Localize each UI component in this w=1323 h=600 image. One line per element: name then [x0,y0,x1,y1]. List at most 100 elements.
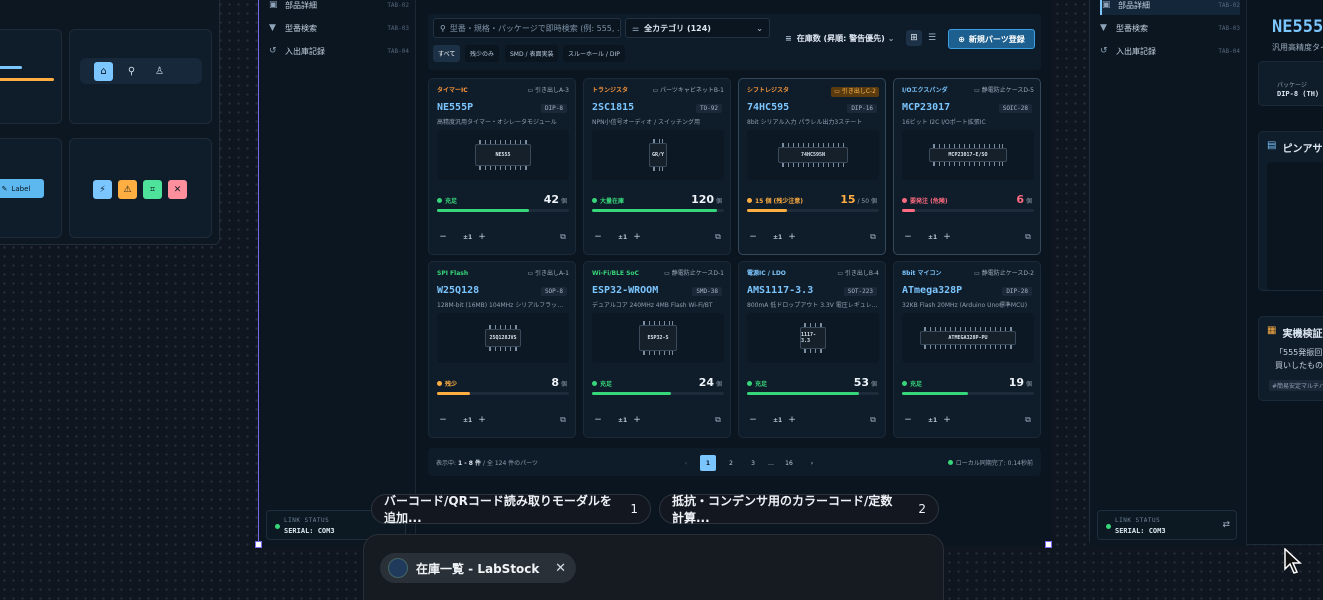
increment-button[interactable]: + [476,231,488,243]
sidebar-item-part-search[interactable]: ▼ 型番検索 TAB-03 [1100,18,1240,38]
open-external-icon[interactable]: ⧉ [557,414,569,426]
filter-chip-low-stock[interactable]: 残少のみ [465,45,500,62]
stock-quantity-value: 8 [551,376,560,389]
page-button[interactable]: 2 [723,455,739,471]
part-image: 1117-3.3 [747,313,879,363]
category-select[interactable]: ⚌ 全カテゴリ (124) ⌄ [625,18,770,38]
page-button[interactable]: 3 [745,455,761,471]
filter-chip-smd[interactable]: SMD / 表面実装 [505,45,559,62]
part-card[interactable]: SPI Flash ▭ 引き出しA-1 W25Q128 SOP-8 128M-bit (… [428,261,576,438]
pinout-icon: ▤ [1267,140,1277,151]
label-button-text: Label [11,184,31,193]
browser-tab[interactable]: 在庫一覧 - LabStock ✕ [380,553,576,583]
link-status-value: SERIAL: COM3 [1115,527,1166,535]
search-icon[interactable]: ⚲ [122,62,141,81]
new-part-button-label: 新規パーツ登録 [968,34,1025,44]
list-view-button[interactable]: ☰ [924,30,940,46]
part-card[interactable]: I/Oエクスパンダ ▭ 静電防止ケースD-5 MCP23017 SOIC-28 16ビッ… [893,78,1041,255]
part-location-text: 引き出しB-4 [844,270,879,277]
open-external-icon[interactable]: ⧉ [712,414,724,426]
increment-button[interactable]: + [786,414,798,426]
trash-icon[interactable]: ✕ [168,180,187,199]
search-input[interactable]: ⚲ 型番・規格・パッケージで即時検索 (例: 555, ... [433,18,621,38]
part-card[interactable]: 8bit マイコン ▭ 静電防止ケースD-2 ATmega328P DIP-28 32K… [893,261,1041,438]
selection-handle[interactable] [255,541,262,548]
increment-button[interactable]: + [786,231,798,243]
increment-button[interactable]: + [476,414,488,426]
package-badge: DIP-16 [847,104,877,113]
sidebar-item-label: 型番検索 [1116,23,1148,33]
stock-status: 残少 [437,379,457,388]
stock-level-fill [902,392,968,395]
prev-page-button[interactable]: ‹ [678,455,694,471]
decrement-button[interactable]: − [592,414,604,426]
inventory-content: ⚲ 型番・規格・パッケージで即時検索 (例: 555, ... ⚌ 全カテゴリ (1… [418,0,1051,546]
label-button[interactable]: ✎ Label [0,179,44,198]
open-external-icon[interactable]: ⧉ [867,414,879,426]
decrement-button[interactable]: − [592,231,604,243]
decrement-button[interactable]: − [437,231,449,243]
next-page-button[interactable]: › [804,455,820,471]
part-card[interactable]: トランジスタ ▭ パーツキャビネットB-1 2SC1815 TO-92 NPN小信号オー… [583,78,731,255]
part-card[interactable]: シフトレジスタ ▭ 引き出しC-2 74HC595 DIP-16 8bit シリアル入力… [738,78,886,255]
page-button[interactable]: 1 [700,455,716,471]
sidebar-item-part-detail[interactable]: ▣ 部品詳細 TAB-02 [269,0,409,15]
part-card[interactable]: 電源IC / LDO ▭ 引き出しB-4 AMS1117-3.3 SOT-223 800… [738,261,886,438]
status-dot [902,198,907,203]
part-location-text: 引き出しA-1 [535,270,569,277]
user-icon[interactable]: ♙ [150,62,169,81]
history-icon: ↺ [269,46,277,56]
sidebar-item-stock-log[interactable]: ↺ 入出庫記録 TAB-04 [269,41,409,61]
open-external-icon[interactable]: ⧉ [867,231,879,243]
sidebar-item-stock-log[interactable]: ↺ 入出庫記録 TAB-04 [1100,41,1240,61]
new-part-button[interactable]: ⊕ 新規パーツ登録 [948,29,1035,49]
open-external-icon[interactable]: ⧉ [712,231,724,243]
decrement-button[interactable]: − [437,414,449,426]
step-amount: ±1 [463,234,473,241]
decrement-button[interactable]: − [902,414,914,426]
right-artboard: ▣ 部品詳細 TAB-02 ▼ 型番検索 TAB-03 ↺ 入出庫記録 TAB-04 LIN… [1089,0,1323,546]
part-number: ESP32-WROOM [592,285,659,296]
chip-icon: ▣ [1102,0,1111,10]
part-card[interactable]: Wi-Fi/BLE SoC ▭ 静電防止ケースD-1 ESP32-WROOM SMD-… [583,261,731,438]
open-external-icon[interactable]: ⧉ [1022,231,1034,243]
sidebar-item-part-detail[interactable]: ▣ 部品詳細 TAB-02 [1100,0,1240,15]
increment-button[interactable]: + [631,231,643,243]
sort-select[interactable]: ≡ 在庫数 (昇順: 警告優先) ⌄ [780,28,900,48]
increment-button[interactable]: + [941,231,953,243]
favicon-icon [388,558,408,578]
drawer-icon: ▭ [527,270,536,277]
filter-chip-dip[interactable]: スルーホール / DIP [563,45,625,62]
stock-level-bar [747,392,879,395]
part-card[interactable]: タイマーIC ▭ 引き出しA-3 NE555P DIP-8 高精度汎用タイマー・オシレー… [428,78,576,255]
drawer-icon: ▭ [664,270,672,277]
tag-icon[interactable]: ⌗ [143,180,162,199]
unit: 個 [1024,198,1032,205]
warning-icon[interactable]: ⚠ [118,180,137,199]
increment-button[interactable]: + [631,414,643,426]
decrement-button[interactable]: − [902,231,914,243]
selection-handle[interactable] [1045,541,1052,548]
package-badge: TO-92 [695,104,722,113]
home-icon[interactable]: ⌂ [94,62,113,81]
pen-icon: ✎ [1,184,8,193]
decrement-button[interactable]: − [747,414,759,426]
increment-button[interactable]: + [941,414,953,426]
open-external-icon[interactable]: ⧉ [1022,414,1034,426]
preview-card-button: ✎ Label [0,138,62,238]
part-number: AMS1117-3.3 [747,285,814,296]
swap-icon[interactable]: ⇄ [1222,520,1230,530]
decrement-button[interactable]: − [747,231,759,243]
suggestion-chip[interactable]: バーコード/QRコード読み取りモーダルを追加... 1 [371,494,651,525]
package-badge: SOT-223 [843,287,877,296]
page-button[interactable]: 16 [781,455,797,471]
open-external-icon[interactable]: ⧉ [557,231,569,243]
grid-view-button[interactable]: ⊞ [906,30,922,46]
suggestion-chip[interactable]: 抵抗・コンデンサ用のカラーコード/定数計算... 2 [659,494,939,525]
close-icon[interactable]: ✕ [555,561,566,576]
sidebar-item-part-search[interactable]: ▼ 型番検索 TAB-03 [269,18,409,38]
filter-chip-all[interactable]: すべて [433,45,461,62]
part-category: Wi-Fi/BLE SoC [592,270,639,277]
magic-wand-icon[interactable]: ⚡ [93,180,112,199]
stock-status-text: 大量在庫 [600,198,625,205]
